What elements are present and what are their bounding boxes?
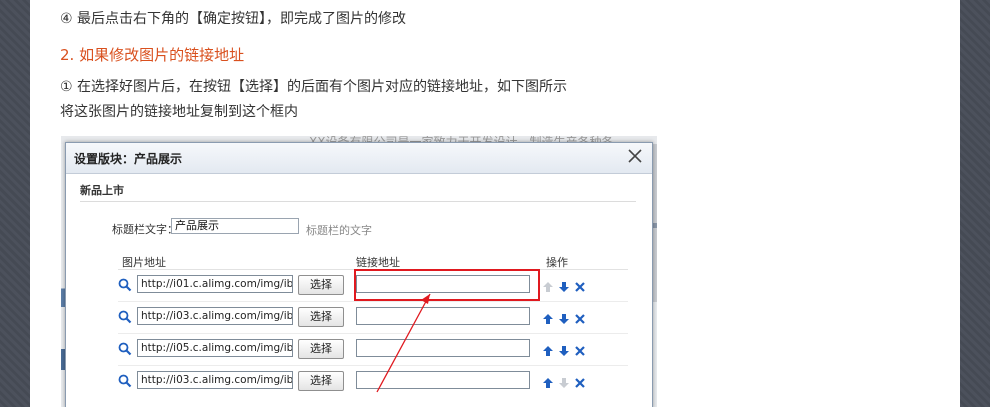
section-heading: 2. 如果修改图片的链接地址 [60,46,245,64]
step1-text-continued: 将这张图片的链接地址复制到这个框内 [60,104,298,120]
page-side-band-right [960,0,990,407]
page-side-band-left [0,0,30,407]
step1-text: ① 在选择好图片后，在按钮【选择】的后面有个图片对应的链接地址，如下图所示 [60,79,567,95]
annotation-arrow [376,293,431,393]
step4-text: ④ 最后点击右下角的【确定按钮】，即完成了图片的修改 [60,11,406,27]
embedded-screenshot: XX设备有限公司是一家致力于开发设计、制造生产各种各 设置版块：产品展示 新品上… [61,136,657,407]
article-content: ④ 最后点击右下角的【确定按钮】，即完成了图片的修改 2. 如果修改图片的链接地… [30,0,960,407]
